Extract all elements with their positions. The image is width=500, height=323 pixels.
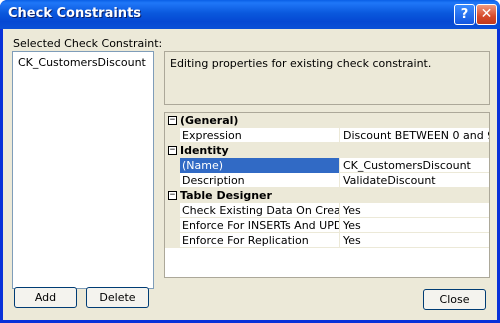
property-name: Check Existing Data On Creation Or R	[182, 203, 340, 218]
close-window-button[interactable]: ✕	[476, 4, 497, 25]
dialog-title: Check Constraints	[8, 6, 142, 21]
constraint-listbox[interactable]: CK_CustomersDiscount	[12, 51, 154, 289]
close-button[interactable]: Close	[423, 289, 486, 310]
property-value[interactable]: Yes	[341, 233, 489, 248]
property-name: Description	[180, 173, 340, 188]
help-button[interactable]: ?	[454, 4, 475, 25]
title-bar[interactable]: Check Constraints ? ✕	[0, 0, 500, 29]
description-text: Editing properties for existing check co…	[170, 57, 432, 70]
property-value[interactable]: Yes	[341, 203, 489, 218]
property-row-description[interactable]: Description ValidateDiscount	[165, 173, 489, 188]
property-row-enforce-replication[interactable]: Enforce For Replication Yes	[165, 233, 489, 248]
check-constraints-dialog: Check Constraints ? ✕ Selected Check Con…	[0, 0, 500, 323]
delete-button[interactable]: Delete	[86, 287, 149, 308]
category-label: (General)	[180, 114, 239, 127]
property-value[interactable]: CK_CustomersDiscount	[341, 158, 489, 173]
list-item[interactable]: CK_CustomersDiscount	[18, 56, 146, 69]
property-row-enforce-inserts[interactable]: Enforce For INSERTs And UPDATEs Yes	[165, 218, 489, 233]
property-grid[interactable]: − (General) Expression Discount BETWEEN …	[164, 112, 490, 278]
property-row-expression[interactable]: Expression Discount BETWEEN 0 and 99	[165, 128, 489, 143]
property-row-check-existing[interactable]: Check Existing Data On Creation Or R Yes	[165, 203, 489, 218]
collapse-icon[interactable]: −	[168, 191, 177, 200]
selected-constraint-label: Selected Check Constraint:	[13, 37, 163, 50]
description-panel: Editing properties for existing check co…	[164, 51, 490, 105]
category-identity[interactable]: − Identity	[165, 143, 489, 158]
category-general[interactable]: − (General)	[165, 113, 489, 128]
property-name: Expression	[180, 128, 340, 143]
category-table-designer[interactable]: − Table Designer	[165, 188, 489, 203]
category-label: Identity	[180, 144, 229, 157]
dialog-client-area: Selected Check Constraint: CK_CustomersD…	[3, 29, 497, 320]
property-row-name[interactable]: (Name) CK_CustomersDiscount	[165, 158, 489, 173]
category-label: Table Designer	[180, 189, 272, 202]
collapse-icon[interactable]: −	[168, 146, 177, 155]
property-name: Enforce For INSERTs And UPDATEs	[182, 218, 340, 233]
property-value[interactable]: Yes	[341, 218, 489, 233]
property-name: Enforce For Replication	[180, 233, 340, 248]
property-value[interactable]: Discount BETWEEN 0 and 99	[341, 128, 489, 143]
add-button[interactable]: Add	[14, 287, 77, 308]
property-value[interactable]: ValidateDiscount	[341, 173, 489, 188]
property-name: (Name)	[180, 158, 340, 173]
collapse-icon[interactable]: −	[168, 116, 177, 125]
